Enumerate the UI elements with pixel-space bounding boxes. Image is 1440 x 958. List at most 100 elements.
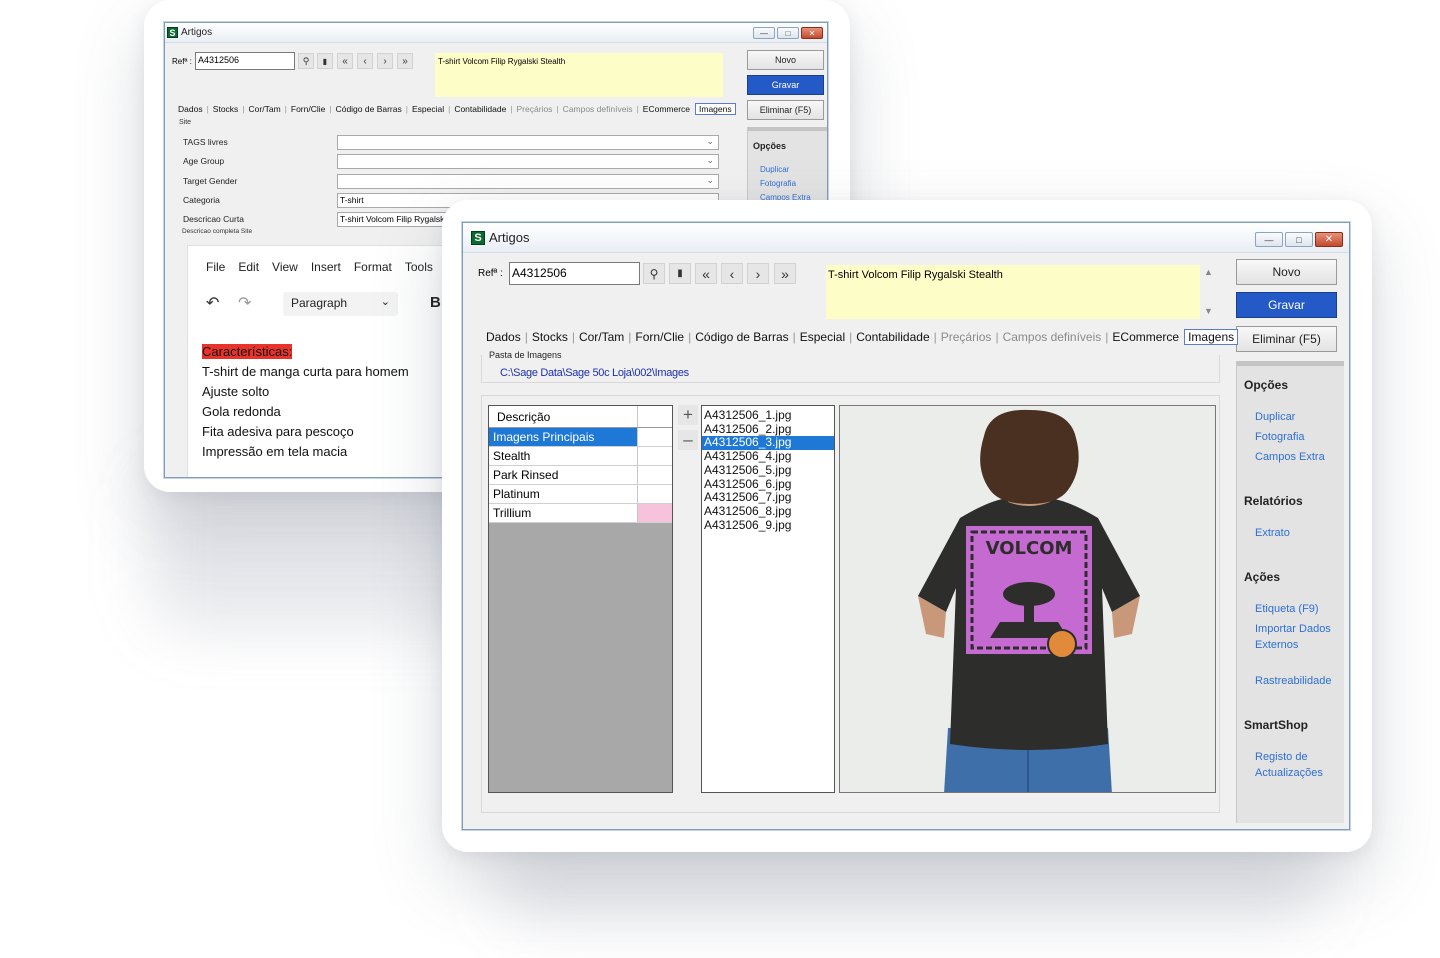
- sidebar-link-rastreabilidade[interactable]: Rastreabilidade: [1255, 673, 1333, 689]
- ref-input[interactable]: A4312506: [509, 262, 640, 285]
- grid-row[interactable]: Imagens Principais: [489, 428, 672, 447]
- tab-stocks[interactable]: Stocks: [532, 330, 568, 344]
- pasta-path[interactable]: C:\Sage Data\Sage 50c Loja\002\Images: [500, 367, 689, 379]
- first-record-button[interactable]: «: [695, 263, 717, 284]
- editor-menu-edit[interactable]: Edit: [238, 260, 259, 274]
- tab-forn-clie[interactable]: Forn/Clie: [291, 104, 325, 114]
- sidebar-link-fotografia[interactable]: Fotografia: [1255, 429, 1333, 445]
- editor-menu-insert[interactable]: Insert: [311, 260, 341, 274]
- search-button[interactable]: ⚲: [643, 263, 665, 284]
- tab-especial[interactable]: Especial: [800, 330, 845, 344]
- file-item[interactable]: A4312506_3.jpg: [702, 436, 834, 451]
- field-input[interactable]: ⌄: [337, 173, 719, 189]
- tab-separator: |: [242, 104, 245, 114]
- file-item[interactable]: A4312506_2.jpg: [702, 422, 834, 437]
- sidebar-link-duplicar[interactable]: Duplicar: [1255, 409, 1333, 425]
- maximize-button[interactable]: □: [1285, 232, 1313, 247]
- next-record-button[interactable]: ›: [747, 263, 769, 284]
- side-link-duplicar[interactable]: Duplicar: [760, 165, 789, 174]
- color-swatch: [638, 485, 672, 503]
- file-item[interactable]: A4312506_6.jpg: [702, 477, 834, 492]
- grid-row[interactable]: Platinum: [489, 485, 672, 504]
- editor-menu-file[interactable]: File: [206, 260, 225, 274]
- tab-pre-rios[interactable]: Preçários: [517, 104, 553, 114]
- tab-imagens[interactable]: Imagens: [1184, 329, 1239, 345]
- grid-row[interactable]: Park Rinsed: [489, 466, 672, 485]
- minimize-button[interactable]: —: [753, 27, 775, 39]
- scroll-down-icon[interactable]: ▼: [1204, 306, 1213, 316]
- document-button[interactable]: ▮: [317, 53, 333, 69]
- description-box[interactable]: T-shirt Volcom Filip Rygalski Stealth: [435, 53, 723, 97]
- tab-pre-rios[interactable]: Preçários: [941, 330, 992, 344]
- document-button[interactable]: ▮: [669, 263, 691, 284]
- tab-ecommerce[interactable]: ECommerce: [643, 104, 690, 114]
- description-box[interactable]: T-shirt Volcom Filip Rygalski Stealth: [826, 265, 1200, 319]
- editor-highlighted-heading: Características:: [202, 344, 293, 359]
- ref-input[interactable]: A4312506: [195, 52, 295, 70]
- field-input[interactable]: ⌄: [337, 135, 719, 150]
- file-item[interactable]: A4312506_8.jpg: [702, 504, 834, 519]
- tab-imagens[interactable]: Imagens: [695, 103, 736, 115]
- field-label: Categoria: [183, 194, 220, 205]
- add-icon[interactable]: +: [678, 405, 698, 425]
- app-logo-icon: S: [167, 27, 178, 38]
- eliminar-button[interactable]: Eliminar (F5): [1236, 326, 1337, 352]
- remove-icon[interactable]: –: [678, 430, 698, 450]
- scroll-up-icon[interactable]: ▲: [1204, 267, 1213, 277]
- next-record-button[interactable]: ›: [377, 53, 393, 69]
- field-input[interactable]: ⌄: [337, 154, 719, 170]
- tab-contabilidade[interactable]: Contabilidade: [856, 330, 929, 344]
- tab-c-digo-de-barras[interactable]: Código de Barras: [336, 104, 402, 114]
- file-item[interactable]: A4312506_1.jpg: [702, 408, 834, 423]
- tab-stocks[interactable]: Stocks: [213, 104, 239, 114]
- tab-contabilidade[interactable]: Contabilidade: [454, 104, 506, 114]
- novo-button[interactable]: Novo: [1236, 259, 1337, 285]
- close-button[interactable]: ✕: [1315, 232, 1343, 247]
- undo-icon[interactable]: ↶: [206, 293, 219, 313]
- side-link-fotografia[interactable]: Fotografia: [760, 179, 796, 188]
- tab-cor-tam[interactable]: Cor/Tam: [579, 330, 624, 344]
- redo-icon[interactable]: ↷: [238, 293, 251, 313]
- image-file-list[interactable]: A4312506_1.jpg A4312506_2.jpg A4312506_3.j…: [701, 405, 835, 793]
- editor-menu-view[interactable]: View: [272, 260, 298, 274]
- tab-c-digo-de-barras[interactable]: Código de Barras: [695, 330, 788, 344]
- file-item[interactable]: A4312506_4.jpg: [702, 449, 834, 464]
- file-item[interactable]: A4312506_7.jpg: [702, 491, 834, 505]
- tab-dados[interactable]: Dados: [178, 104, 203, 114]
- close-button[interactable]: ✕: [801, 27, 823, 39]
- block-format-select[interactable]: Paragraph ⌄: [283, 292, 398, 316]
- tab-ecommerce[interactable]: ECommerce: [1112, 330, 1179, 344]
- bold-button[interactable]: B: [430, 294, 441, 311]
- tab-especial[interactable]: Especial: [412, 104, 444, 114]
- sidebar-link-etiqueta-f9-[interactable]: Etiqueta (F9): [1255, 601, 1333, 617]
- last-record-button[interactable]: »: [774, 263, 796, 284]
- sidebar-link-importar-dados-externos[interactable]: Importar Dados Externos: [1255, 621, 1333, 653]
- editor-menu-tools[interactable]: Tools: [405, 260, 433, 274]
- tab-cor-tam[interactable]: Cor/Tam: [249, 104, 281, 114]
- first-record-button[interactable]: «: [337, 53, 353, 69]
- file-item[interactable]: A4312506_9.jpg: [702, 518, 834, 533]
- maximize-button[interactable]: □: [777, 27, 799, 39]
- grid-row[interactable]: Stealth: [489, 447, 672, 466]
- last-record-button[interactable]: »: [397, 53, 413, 69]
- minimize-button[interactable]: —: [1255, 232, 1283, 247]
- editor-menu-format[interactable]: Format: [354, 260, 392, 274]
- ref-label: Refª :: [172, 57, 192, 66]
- sidebar-link-extrato[interactable]: Extrato: [1255, 525, 1333, 541]
- sidebar-link-campos-extra[interactable]: Campos Extra: [1255, 449, 1333, 465]
- editor-line: T-shirt de manga curta para homem: [202, 364, 409, 379]
- file-item[interactable]: A4312506_5.jpg: [702, 463, 834, 478]
- search-button[interactable]: ⚲: [298, 53, 314, 69]
- eliminar-button[interactable]: Eliminar (F5): [747, 100, 824, 120]
- gravar-button[interactable]: Gravar: [1236, 292, 1337, 318]
- sidebar-link-registo-de-actualiza-es[interactable]: Registo de Actualizações: [1255, 749, 1333, 781]
- prev-record-button[interactable]: ‹: [357, 53, 373, 69]
- tab-campos-defin-veis[interactable]: Campos definíveis: [563, 104, 633, 114]
- grid-row[interactable]: Trillium: [489, 504, 672, 523]
- tab-forn-clie[interactable]: Forn/Clie: [635, 330, 684, 344]
- tab-campos-defin-veis[interactable]: Campos definíveis: [1003, 330, 1102, 344]
- tab-dados[interactable]: Dados: [486, 330, 521, 344]
- gravar-button[interactable]: Gravar: [747, 75, 824, 95]
- prev-record-button[interactable]: ‹: [721, 263, 743, 284]
- novo-button[interactable]: Novo: [747, 50, 824, 70]
